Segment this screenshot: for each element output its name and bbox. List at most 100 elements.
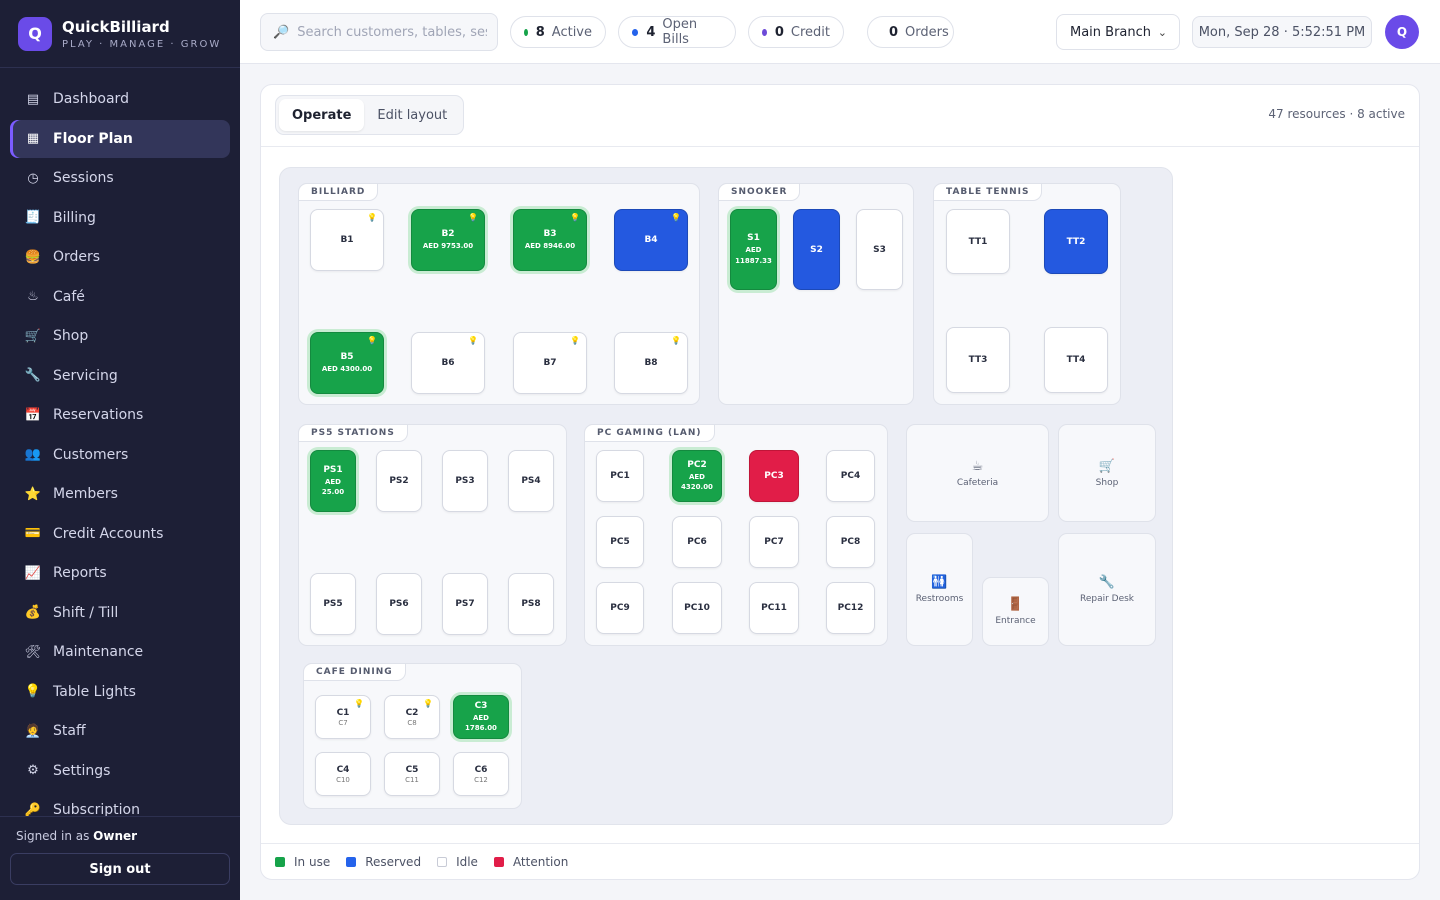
table-c5[interactable]: C5 C11 — [384, 752, 440, 796]
sidebar-item-label: Customers — [53, 446, 129, 463]
tab-edit-layout[interactable]: Edit layout — [364, 99, 460, 131]
bulb-icon[interactable]: 💡 — [671, 336, 681, 345]
table-ps7[interactable]: PS7 — [442, 573, 488, 635]
pill-count: 0 — [774, 24, 784, 40]
sign-out-button[interactable]: Sign out — [10, 853, 230, 885]
legend-attention: Attention — [493, 855, 568, 869]
bulb-icon[interactable]: 💡 — [671, 213, 681, 222]
table-ps8[interactable]: PS8 — [508, 573, 554, 635]
table-pc5[interactable]: PC5 — [596, 516, 644, 568]
table-tt1[interactable]: TT1 — [946, 209, 1010, 274]
facility-label: Cafeteria — [956, 477, 999, 488]
sidebar-item-reservations[interactable]: 📅 Reservations — [10, 396, 230, 434]
sidebar-item-table-lights[interactable]: 💡 Table Lights — [10, 673, 230, 711]
bulb-icon[interactable]: 💡 — [354, 699, 364, 708]
table-ps6[interactable]: PS6 — [376, 573, 422, 635]
pill-label: Open Bills — [662, 17, 698, 47]
table-pc3[interactable]: PC3 — [749, 450, 799, 502]
table-ps1[interactable]: PS1 AED 25.00 — [310, 450, 356, 512]
sidebar-item-reports[interactable]: 📈 Reports — [10, 554, 230, 592]
table-c2[interactable]: 💡 C2 C8 — [384, 695, 440, 739]
table-c3[interactable]: C3 AED 1786.00 — [453, 695, 509, 739]
table-tt3[interactable]: TT3 — [946, 327, 1010, 393]
table-b5[interactable]: 💡 B5 AED 4300.00 — [310, 332, 384, 394]
bulb-icon[interactable]: 💡 — [468, 213, 478, 222]
table-pc11[interactable]: PC11 — [749, 582, 799, 634]
sidebar-item-settings[interactable]: ⚙ Settings — [10, 752, 230, 790]
table-s1[interactable]: S1 AED 11887.33 — [730, 209, 777, 290]
table-pc12[interactable]: PC12 — [826, 582, 875, 634]
bulb-icon[interactable]: 💡 — [367, 336, 377, 345]
table-c4[interactable]: C4 C10 — [315, 752, 371, 796]
table-ps2[interactable]: PS2 — [376, 450, 422, 512]
table-pc7[interactable]: PC7 — [749, 516, 799, 568]
pill-label: Credit — [790, 24, 830, 40]
sidebar-item-label: Credit Accounts — [53, 525, 164, 542]
status-pill-credit[interactable]: 0 Credit — [748, 16, 844, 48]
table-b4[interactable]: 💡 B4 — [614, 209, 688, 271]
credit-accounts-icon: 💳 — [24, 526, 42, 541]
table-pc6[interactable]: PC6 — [672, 516, 722, 568]
search-box[interactable]: 🔎 — [260, 13, 498, 51]
facility-repair-desk[interactable]: 🔧 Repair Desk — [1058, 533, 1156, 646]
status-pill-orders[interactable]: 0 Orders — [867, 16, 954, 48]
facility-shop[interactable]: 🛒 Shop — [1058, 424, 1156, 522]
table-b6[interactable]: 💡 B6 — [411, 332, 485, 394]
table-b3[interactable]: 💡 B3 AED 8946.00 — [513, 209, 587, 271]
table-c1[interactable]: 💡 C1 C7 — [315, 695, 371, 739]
facility-cafeteria[interactable]: ☕ Cafeteria — [906, 424, 1049, 522]
sidebar-item-shift-till[interactable]: 💰 Shift / Till — [10, 594, 230, 632]
table-sublabel: C12 — [474, 775, 488, 784]
branch-value: Main Branch — [1070, 24, 1152, 40]
sidebar-item-caf[interactable]: ♨ Café — [10, 278, 230, 316]
branch-select[interactable]: Main Branch ⌄ — [1056, 14, 1180, 50]
bulb-icon[interactable]: 💡 — [570, 213, 580, 222]
table-tt4[interactable]: TT4 — [1044, 327, 1108, 393]
table-pc10[interactable]: PC10 — [672, 582, 722, 634]
table-ps3[interactable]: PS3 — [442, 450, 488, 512]
table-pc4[interactable]: PC4 — [826, 450, 875, 502]
table-pc2[interactable]: PC2 AED 4320.00 — [672, 450, 722, 502]
table-pc9[interactable]: PC9 — [596, 582, 644, 634]
reservations-icon: 📅 — [24, 407, 42, 423]
table-ps5[interactable]: PS5 — [310, 573, 356, 635]
bulb-icon[interactable]: 💡 — [367, 213, 377, 222]
sidebar-item-dashboard[interactable]: ▤ Dashboard — [10, 80, 230, 118]
table-c6[interactable]: C6 C12 — [453, 752, 509, 796]
sidebar-item-billing[interactable]: 🧾 Billing — [10, 199, 230, 237]
sidebar-item-shop[interactable]: 🛒 Shop — [10, 317, 230, 355]
sidebar-item-customers[interactable]: 👥 Customers — [10, 436, 230, 474]
sidebar-item-sessions[interactable]: ◷ Sessions — [10, 159, 230, 197]
facility-restrooms[interactable]: 🚻 Restrooms — [906, 533, 973, 646]
table-pc8[interactable]: PC8 — [826, 516, 875, 568]
facility-entrance[interactable]: 🚪 Entrance — [982, 577, 1049, 646]
table-sublabel: C7 — [338, 718, 348, 727]
sidebar-item-staff[interactable]: 🧑‍💼 Staff — [10, 712, 230, 750]
user-avatar[interactable]: Q — [1385, 15, 1419, 49]
table-s2[interactable]: S2 — [793, 209, 840, 290]
status-pill-open-bills[interactable]: 4 Open Bills — [618, 16, 736, 48]
sidebar-item-members[interactable]: ⭐ Members — [10, 475, 230, 513]
table-b7[interactable]: 💡 B7 — [513, 332, 587, 394]
bulb-icon[interactable]: 💡 — [570, 336, 580, 345]
bulb-icon[interactable]: 💡 — [468, 336, 478, 345]
sidebar-item-credit-accounts[interactable]: 💳 Credit Accounts — [10, 515, 230, 553]
brand-tagline: PLAY · MANAGE · GROW — [62, 38, 222, 50]
table-b2[interactable]: 💡 B2 AED 9753.00 — [411, 209, 485, 271]
table-b8[interactable]: 💡 B8 — [614, 332, 688, 394]
status-pill-active[interactable]: 8 Active — [510, 16, 606, 48]
sidebar-item-orders[interactable]: 🍔 Orders — [10, 238, 230, 276]
table-s3[interactable]: S3 — [856, 209, 903, 290]
table-b1[interactable]: 💡 B1 — [310, 209, 384, 271]
sidebar-item-maintenance[interactable]: 🛠 Maintenance — [10, 633, 230, 671]
table-tt2[interactable]: TT2 — [1044, 209, 1108, 274]
table-name: S2 — [810, 244, 823, 255]
search-icon: 🔎 — [273, 24, 290, 40]
bulb-icon[interactable]: 💡 — [423, 699, 433, 708]
sidebar-item-floor-plan[interactable]: ▦ Floor Plan — [10, 119, 230, 158]
search-input[interactable] — [297, 24, 488, 40]
table-ps4[interactable]: PS4 — [508, 450, 554, 512]
table-pc1[interactable]: PC1 — [596, 450, 644, 502]
tab-operate[interactable]: Operate — [279, 99, 365, 131]
sidebar-item-servicing[interactable]: 🔧 Servicing — [10, 357, 230, 395]
